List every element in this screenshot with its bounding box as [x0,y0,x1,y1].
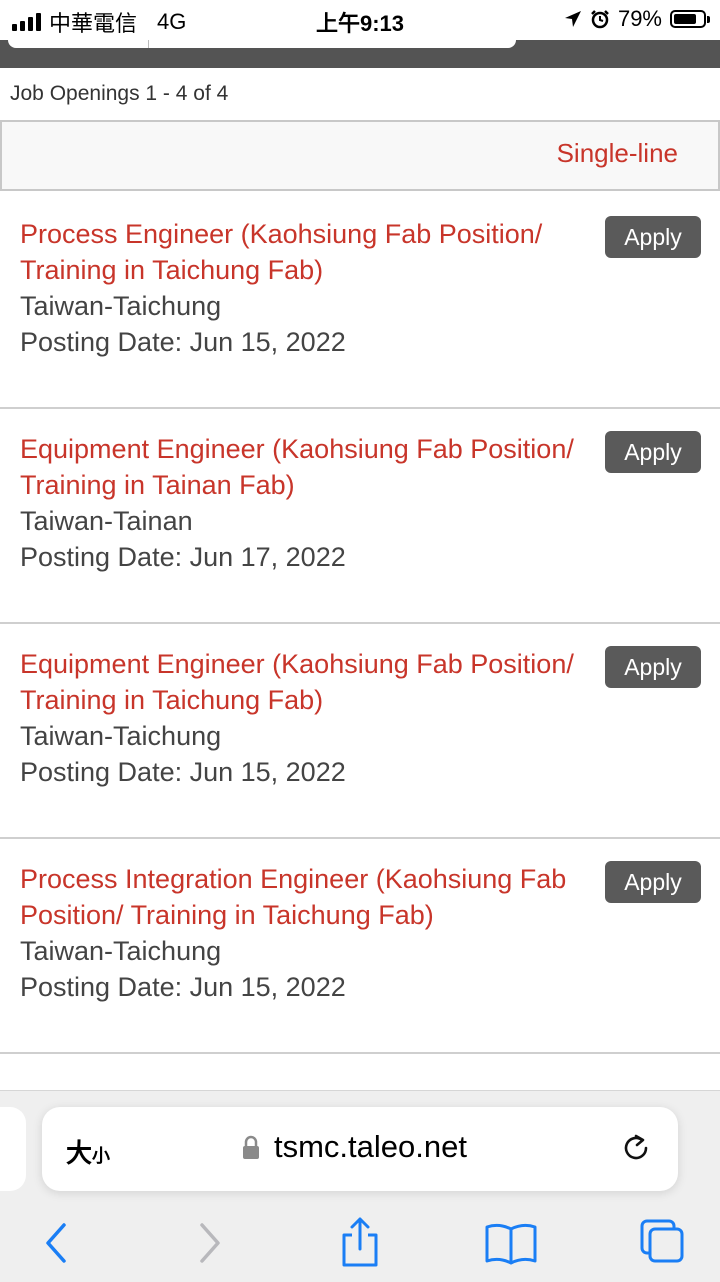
job-location: Taiwan-Tainan [20,506,193,536]
job-posting-date: Posting Date: Jun 17, 2022 [20,542,346,572]
job-item: Equipment Engineer (Kaohsiung Fab Positi… [0,409,720,624]
battery-icon [670,10,710,28]
bookmarks-icon[interactable] [483,1215,539,1271]
apply-button[interactable]: Apply [605,431,701,473]
battery-percent: 79% [617,6,662,31]
job-posting-date: Posting Date: Jun 15, 2022 [20,757,346,787]
reload-icon[interactable] [620,1131,654,1165]
job-title-link[interactable]: Process Engineer (Kaohsiung Fab Position… [20,216,590,288]
back-icon[interactable] [28,1215,84,1271]
browser-toolbar [0,1215,720,1271]
job-location: Taiwan-Taichung [20,721,222,751]
tabs-icon[interactable] [634,1215,690,1271]
text-size-big: 大 [66,1138,93,1168]
location-arrow-icon [564,11,581,27]
job-location: Taiwan-Taichung [20,291,222,321]
url-text[interactable]: tsmc.taleo.net [274,1129,467,1165]
status-bar: 中華電信 4G 上午9:13 79% [0,0,720,40]
job-openings-count: Job Openings 1 - 4 of 4 [10,82,229,105]
job-title-link[interactable]: Equipment Engineer (Kaohsiung Fab Positi… [20,646,590,718]
job-location: Taiwan-Taichung [20,936,222,966]
text-size-small: 小 [92,1146,111,1166]
share-icon[interactable] [332,1215,388,1271]
job-item: Equipment Engineer (Kaohsiung Fab Positi… [0,624,720,839]
text-size-button[interactable]: 大小 [66,1133,110,1170]
lock-icon [243,1135,259,1159]
job-item: Process Engineer (Kaohsiung Fab Position… [0,194,720,409]
header-divider [148,40,149,48]
job-posting-date: Posting Date: Jun 15, 2022 [20,327,346,357]
single-line-view-link[interactable]: Single-line [557,138,678,169]
apply-button[interactable]: Apply [605,646,701,688]
browser-bottom-bar: 大小 tsmc.taleo.net [0,1090,720,1282]
apply-button[interactable]: Apply [605,861,701,903]
apply-button[interactable]: Apply [605,216,701,258]
alarm-icon [591,10,609,29]
previous-tab-preview[interactable] [0,1107,26,1191]
status-bar-right: 79% [564,6,710,32]
job-title-link[interactable]: Process Integration Engineer (Kaohsiung … [20,861,590,933]
job-posting-date: Posting Date: Jun 15, 2022 [20,972,346,1002]
job-item: Process Integration Engineer (Kaohsiung … [0,839,720,1054]
address-bar[interactable]: 大小 tsmc.taleo.net [42,1107,678,1191]
forward-icon[interactable] [182,1215,238,1271]
header-tab[interactable] [8,40,516,48]
job-title-link[interactable]: Equipment Engineer (Kaohsiung Fab Positi… [20,431,590,503]
view-options-bar: Single-line [0,120,720,191]
